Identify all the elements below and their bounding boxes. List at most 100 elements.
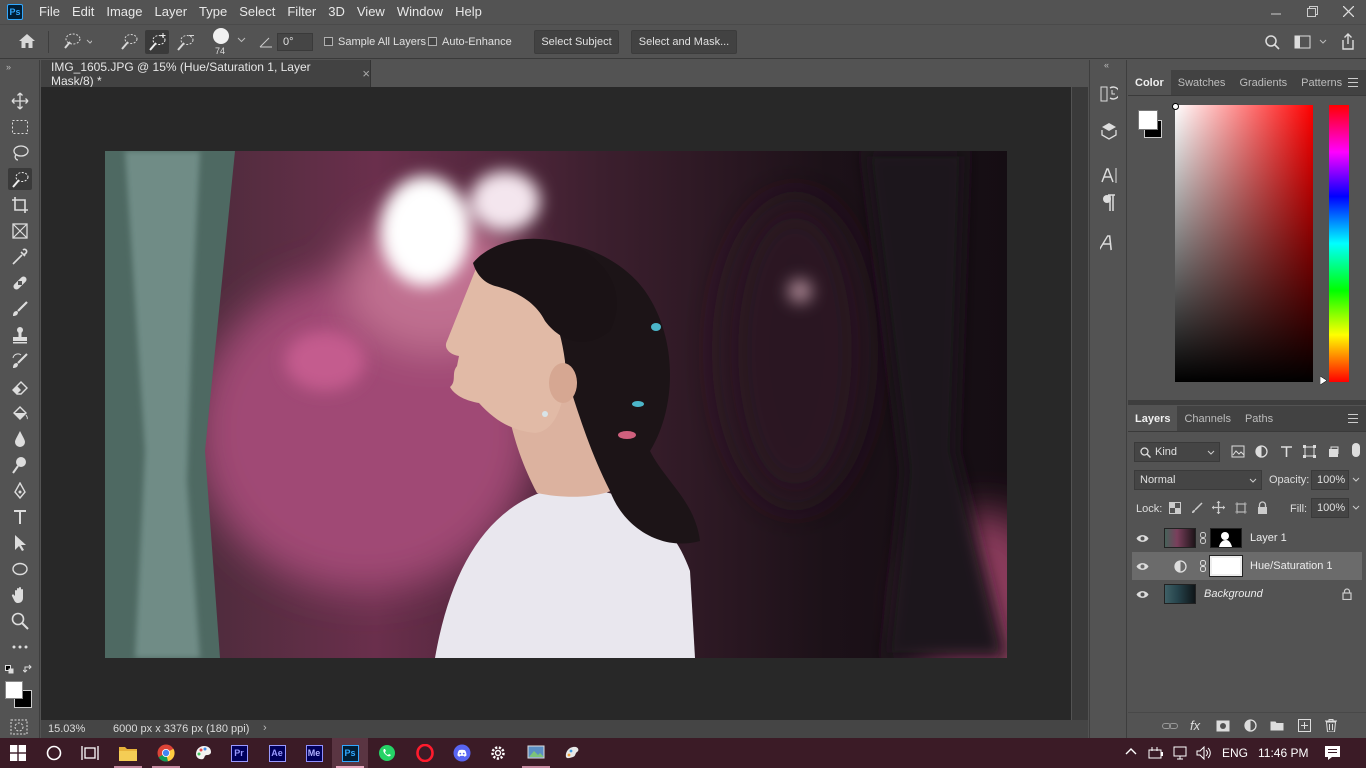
layer-thumbnail[interactable] bbox=[1164, 528, 1196, 548]
opacity-field[interactable]: 100% bbox=[1311, 470, 1349, 490]
filter-type-layers-icon[interactable] bbox=[1280, 445, 1293, 458]
brush-tool-icon[interactable] bbox=[8, 298, 32, 320]
media-encoder-icon[interactable]: Me bbox=[296, 738, 332, 768]
expand-arrows-icon[interactable]: « bbox=[1104, 60, 1109, 70]
minimize-icon[interactable] bbox=[1258, 0, 1294, 22]
tool-preset-quick-selection-icon[interactable] bbox=[60, 32, 92, 52]
foreground-color-swatch[interactable] bbox=[5, 681, 23, 699]
settings-icon[interactable] bbox=[480, 738, 516, 768]
menu-image[interactable]: Image bbox=[100, 0, 148, 24]
path-selection-tool-icon[interactable] bbox=[8, 532, 32, 554]
add-to-selection-brush-icon[interactable] bbox=[145, 30, 169, 54]
color-picker-marker[interactable] bbox=[1172, 103, 1179, 110]
quick-selection-tool-icon[interactable] bbox=[8, 168, 32, 190]
menu-window[interactable]: Window bbox=[391, 0, 449, 24]
opera-icon[interactable] bbox=[407, 738, 443, 768]
filter-pixel-layers-icon[interactable] bbox=[1231, 445, 1245, 458]
file-explorer-icon[interactable] bbox=[110, 738, 146, 768]
clone-stamp-tool-icon[interactable] bbox=[8, 324, 32, 346]
fx-icon[interactable]: fx bbox=[1190, 718, 1200, 733]
crop-tool-icon[interactable] bbox=[8, 194, 32, 216]
glyphs-panel-icon[interactable] bbox=[1097, 232, 1121, 254]
paragraph-panel-icon[interactable] bbox=[1097, 192, 1121, 214]
search-icon[interactable] bbox=[1265, 35, 1280, 50]
premiere-icon[interactable]: Pr bbox=[221, 738, 257, 768]
menu-type[interactable]: Type bbox=[193, 0, 233, 24]
hue-slider-handle[interactable] bbox=[1320, 376, 1328, 385]
tab-paths[interactable]: Paths bbox=[1238, 406, 1280, 431]
auto-enhance-checkbox[interactable] bbox=[428, 37, 437, 46]
zoom-tool-icon[interactable] bbox=[8, 610, 32, 632]
photoshop-icon[interactable]: Ps bbox=[332, 738, 368, 768]
frame-tool-icon[interactable] bbox=[8, 220, 32, 242]
menu-file[interactable]: File bbox=[33, 0, 66, 24]
history-panel-icon[interactable] bbox=[1097, 82, 1121, 104]
saturation-brightness-field[interactable] bbox=[1175, 105, 1313, 382]
tab-gradients[interactable]: Gradients bbox=[1232, 70, 1294, 95]
eraser-tool-icon[interactable] bbox=[8, 376, 32, 398]
windows-start-icon[interactable] bbox=[0, 738, 36, 768]
select-and-mask-button[interactable]: Select and Mask... bbox=[631, 30, 737, 54]
opacity-chevron-icon[interactable] bbox=[1352, 477, 1360, 482]
layer-row-hue-saturation-1[interactable]: Hue/Saturation 1 bbox=[1132, 552, 1362, 580]
add-mask-icon[interactable] bbox=[1216, 720, 1230, 732]
menu-help[interactable]: Help bbox=[449, 0, 488, 24]
filter-smart-objects-icon[interactable] bbox=[1327, 445, 1340, 458]
blur-tool-icon[interactable] bbox=[8, 428, 32, 450]
type-tool-icon[interactable] bbox=[8, 506, 32, 528]
layer-row-layer-1[interactable]: Layer 1 bbox=[1132, 524, 1362, 552]
fill-chevron-icon[interactable] bbox=[1352, 505, 1360, 510]
character-panel-icon[interactable] bbox=[1097, 164, 1121, 186]
home-icon[interactable] bbox=[18, 33, 36, 49]
sample-all-layers-checkbox[interactable] bbox=[324, 37, 333, 46]
layers-panel-menu-icon[interactable] bbox=[1348, 414, 1358, 423]
menu-filter[interactable]: Filter bbox=[281, 0, 322, 24]
default-colors-icon[interactable] bbox=[5, 665, 14, 674]
language-indicator[interactable]: ENG bbox=[1222, 746, 1248, 760]
menu-select[interactable]: Select bbox=[233, 0, 281, 24]
menu-view[interactable]: View bbox=[351, 0, 391, 24]
subtract-from-selection-brush-icon[interactable] bbox=[174, 32, 196, 52]
notifications-icon[interactable] bbox=[1324, 745, 1341, 761]
filter-adjustment-layers-icon[interactable] bbox=[1255, 445, 1268, 458]
new-adjustment-layer-icon[interactable] bbox=[1244, 719, 1257, 732]
new-layer-icon[interactable] bbox=[1298, 719, 1311, 732]
filter-toggle-switch[interactable] bbox=[1352, 443, 1360, 457]
document-image[interactable] bbox=[105, 151, 1007, 658]
tab-patterns[interactable]: Patterns bbox=[1294, 70, 1349, 95]
history-brush-tool-icon[interactable] bbox=[8, 350, 32, 372]
lock-position-icon[interactable] bbox=[1212, 501, 1225, 514]
blend-mode-select[interactable]: Normal bbox=[1134, 470, 1262, 490]
hand-tool-icon[interactable] bbox=[8, 584, 32, 606]
more-tools-icon[interactable] bbox=[8, 636, 32, 658]
paint-icon[interactable] bbox=[185, 738, 221, 768]
close-icon[interactable] bbox=[1330, 0, 1366, 22]
paint3d-icon[interactable] bbox=[554, 738, 590, 768]
new-group-icon[interactable] bbox=[1270, 720, 1284, 731]
marquee-tool-icon[interactable] bbox=[8, 116, 32, 138]
chevron-right-icon[interactable]: › bbox=[263, 722, 267, 734]
eye-icon[interactable] bbox=[1132, 580, 1152, 608]
layer-row-background[interactable]: Background bbox=[1132, 580, 1362, 608]
pen-tool-icon[interactable] bbox=[8, 480, 32, 502]
libraries-panel-icon[interactable] bbox=[1097, 120, 1121, 142]
task-view-icon[interactable] bbox=[72, 738, 108, 768]
network-icon[interactable] bbox=[1172, 746, 1188, 760]
lock-all-icon[interactable] bbox=[1257, 501, 1268, 514]
tab-swatches[interactable]: Swatches bbox=[1171, 70, 1233, 95]
link-icon[interactable] bbox=[1198, 560, 1208, 572]
quick-mask-icon[interactable] bbox=[10, 719, 28, 735]
lock-icon[interactable] bbox=[1342, 588, 1352, 600]
ellipse-tool-icon[interactable] bbox=[8, 558, 32, 580]
discord-icon[interactable] bbox=[444, 738, 480, 768]
layer-mask-thumbnail[interactable] bbox=[1210, 528, 1242, 548]
eye-icon[interactable] bbox=[1132, 552, 1152, 580]
link-layers-icon[interactable] bbox=[1162, 721, 1178, 731]
vertical-scrollbar[interactable] bbox=[1072, 87, 1088, 720]
link-icon[interactable] bbox=[1198, 532, 1208, 544]
eye-icon[interactable] bbox=[1132, 524, 1152, 552]
dodge-tool-icon[interactable] bbox=[8, 454, 32, 476]
chrome-icon[interactable] bbox=[148, 738, 184, 768]
lasso-tool-icon[interactable] bbox=[8, 142, 32, 164]
document-tab[interactable]: IMG_1605.JPG @ 15% (Hue/Saturation 1, La… bbox=[41, 60, 371, 88]
